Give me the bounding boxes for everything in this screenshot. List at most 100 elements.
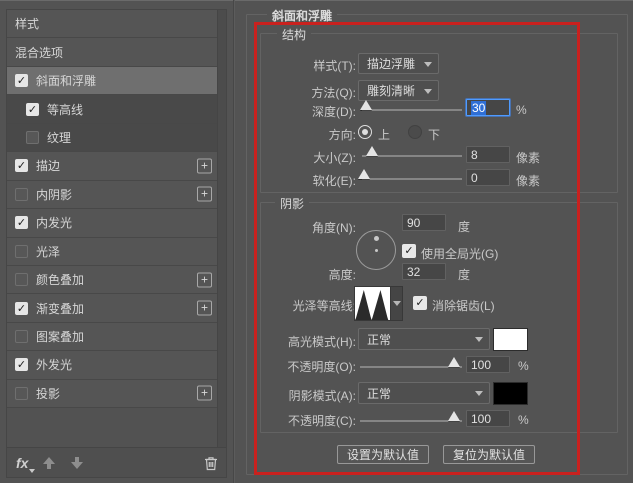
anti-alias-checkbox[interactable]: ✓ <box>413 296 427 310</box>
add-effect-instance-button[interactable]: + <box>197 158 212 174</box>
effect-checkbox[interactable] <box>15 386 28 400</box>
layer-style-dialog: 样式 混合选项 ✓ 斜面和浮雕 ✓ 等高线 纹理 ✓ 描边 + 内阴影 + ✓ … <box>0 0 633 483</box>
shadow-opacity-label: 不透明度(C): <box>288 414 356 428</box>
effect-checkbox[interactable]: ✓ <box>15 74 28 88</box>
size-slider-thumb[interactable] <box>366 146 378 156</box>
sidebar-item-6[interactable]: ✓ 描边 + <box>7 152 218 181</box>
style-dropdown[interactable]: 描边浮雕 <box>358 53 439 74</box>
panel-title: 斜面和浮雕 <box>267 7 338 24</box>
altitude-value: 32 <box>407 264 421 279</box>
soften-input[interactable]: 0 <box>466 169 510 186</box>
fx-menu-button[interactable]: fx <box>16 455 37 473</box>
highlight-opacity-track[interactable] <box>360 366 462 368</box>
sidebar-item-14[interactable]: 投影 + <box>7 379 218 409</box>
add-effect-instance-button[interactable]: + <box>197 186 212 202</box>
effect-label: 混合选项 <box>15 45 64 60</box>
gloss-contour-label: 光泽等高线: <box>292 299 356 313</box>
shadow-opacity-thumb[interactable] <box>448 411 460 421</box>
add-effect-instance-button[interactable]: + <box>197 272 212 288</box>
effect-checkbox[interactable]: ✓ <box>15 358 28 372</box>
sidebar-item-8[interactable]: ✓ 内发光 <box>7 209 218 238</box>
sidebar-item-4[interactable]: ✓ 等高线 <box>7 95 218 124</box>
sidebar-item-10[interactable]: 颜色叠加 + <box>7 265 218 295</box>
depth-value: 30 <box>471 100 487 115</box>
chevron-down-icon <box>475 391 483 396</box>
shadow-mode-dropdown[interactable]: 正常 <box>358 382 490 404</box>
effect-checkbox[interactable]: ✓ <box>15 301 28 315</box>
reset-default-button[interactable]: 复位为默认值 <box>443 445 536 464</box>
technique-dropdown[interactable]: 雕刻清晰 <box>358 80 439 101</box>
add-effect-instance-button[interactable]: + <box>197 300 212 316</box>
highlight-opacity-value: 100 <box>471 357 492 372</box>
direction-down-radio[interactable] <box>408 125 422 139</box>
soften-label: 软化(E): <box>312 174 356 188</box>
sidebar-item-5[interactable]: 纹理 <box>7 123 218 153</box>
effects-list-scrollbar[interactable] <box>217 10 226 448</box>
highlight-opacity-thumb[interactable] <box>448 357 460 367</box>
sidebar-item-13[interactable]: ✓ 外发光 <box>7 351 218 380</box>
sidebar-item-7[interactable]: 内阴影 + <box>7 180 218 210</box>
sidebar-item-9[interactable]: 光泽 <box>7 237 218 266</box>
angle-label: 角度(N): <box>312 221 356 235</box>
depth-input[interactable]: 30 <box>466 99 510 116</box>
move-effect-up-button[interactable] <box>42 456 56 470</box>
effect-checkbox[interactable] <box>15 273 28 287</box>
direction-up-label: 上 <box>378 128 391 142</box>
depth-unit: % <box>516 103 527 117</box>
size-input[interactable]: 8 <box>466 146 510 163</box>
effect-checkbox[interactable]: ✓ <box>15 159 28 173</box>
shadow-opacity-track[interactable] <box>360 420 462 422</box>
effect-checkbox[interactable] <box>15 187 28 201</box>
soften-slider-thumb[interactable] <box>358 169 370 179</box>
highlight-mode-label: 高光模式(H): <box>288 335 356 349</box>
angle-input[interactable]: 90 <box>402 214 446 231</box>
gloss-contour-picker[interactable] <box>354 286 403 321</box>
sidebar-item-12[interactable]: 图案叠加 <box>7 322 218 352</box>
size-unit: 像素 <box>516 151 541 165</box>
effects-footer: fx <box>7 447 226 477</box>
direction-down-label: 下 <box>428 128 441 142</box>
shadow-opacity-value: 100 <box>471 411 492 426</box>
global-light-checkbox[interactable]: ✓ <box>402 244 416 258</box>
make-default-button[interactable]: 设置为默认值 <box>337 445 430 464</box>
direction-label: 方向: <box>328 128 356 142</box>
direction-up-radio[interactable] <box>358 125 372 139</box>
shading-legend: 阴影 <box>275 195 310 212</box>
effect-label: 颜色叠加 <box>36 273 85 288</box>
soften-slider-track[interactable] <box>362 178 462 180</box>
effect-checkbox[interactable]: ✓ <box>26 102 39 116</box>
shadow-opacity-input[interactable]: 100 <box>466 410 510 427</box>
effect-checkbox[interactable]: ✓ <box>15 216 28 230</box>
depth-slider-thumb[interactable] <box>360 100 372 110</box>
contour-thumbnail <box>355 290 389 320</box>
effect-checkbox[interactable] <box>15 244 28 258</box>
add-effect-instance-button[interactable]: + <box>197 385 212 401</box>
delete-effect-button[interactable] <box>203 455 219 474</box>
highlight-opacity-input[interactable]: 100 <box>466 356 510 373</box>
altitude-input[interactable]: 32 <box>402 263 446 280</box>
sidebar-item-2[interactable]: 混合选项 <box>7 38 218 67</box>
depth-slider-track[interactable] <box>362 109 462 111</box>
effect-label: 描边 <box>36 159 61 174</box>
angle-dial[interactable] <box>356 230 396 270</box>
technique-value: 雕刻清晰 <box>367 84 416 98</box>
chevron-down-icon <box>475 337 483 342</box>
effect-label: 外发光 <box>36 358 73 373</box>
effect-checkbox[interactable] <box>15 330 28 344</box>
effect-checkbox[interactable] <box>26 130 39 144</box>
sidebar-item-1[interactable]: 样式 <box>7 10 218 39</box>
effect-label: 图案叠加 <box>36 330 85 345</box>
highlight-mode-dropdown[interactable]: 正常 <box>358 328 490 350</box>
sidebar-item-3[interactable]: ✓ 斜面和浮雕 <box>7 66 218 96</box>
angle-dial-pointer <box>374 236 379 241</box>
shadow-color-swatch[interactable] <box>493 382 528 405</box>
soften-value: 0 <box>471 170 478 185</box>
move-effect-down-button[interactable] <box>70 456 84 470</box>
highlight-color-swatch[interactable] <box>493 328 528 351</box>
altitude-unit: 度 <box>458 268 471 282</box>
effect-label: 投影 <box>36 386 61 401</box>
effect-label: 样式 <box>15 17 40 32</box>
effect-label: 光泽 <box>36 244 61 259</box>
sidebar-item-11[interactable]: ✓ 渐变叠加 + <box>7 294 218 323</box>
angle-unit: 度 <box>458 220 471 234</box>
